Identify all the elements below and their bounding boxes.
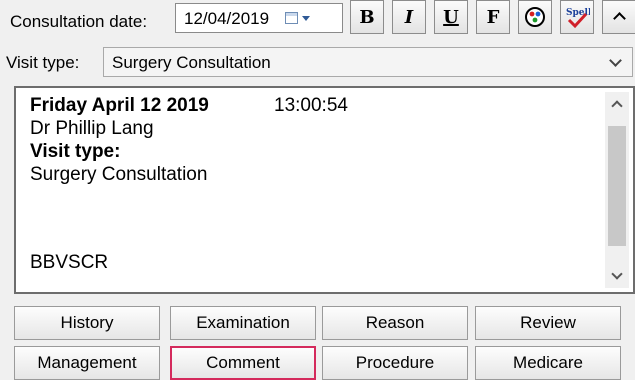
underline-icon: U — [443, 6, 459, 28]
svg-text:Spell: Spell — [566, 8, 590, 18]
color-palette-icon — [525, 7, 545, 27]
underline-button[interactable]: U — [434, 0, 468, 34]
comment-button[interactable]: Comment — [170, 346, 316, 380]
history-button[interactable]: History — [14, 306, 160, 340]
calendar-dropdown-button[interactable] — [281, 9, 315, 29]
consultation-date-value[interactable]: 12/04/2019 — [184, 9, 269, 29]
consultation-date-picker[interactable]: 12/04/2019 — [175, 3, 343, 33]
notes-code: BBVSCR — [30, 252, 109, 273]
notes-doctor: Dr Phillip Lang — [30, 118, 154, 139]
consultation-notes-editor[interactable]: Friday April 12 2019 13:00:54 Dr Phillip… — [14, 86, 635, 294]
chevron-up-icon — [613, 12, 626, 25]
consultation-date-label: Consultation date: — [10, 12, 148, 31]
scrollbar-thumb[interactable] — [608, 126, 626, 246]
visit-type-label: Visit type: — [6, 53, 80, 72]
chevron-down-icon — [609, 54, 622, 67]
italic-icon: I — [404, 6, 414, 28]
medicare-button[interactable]: Medicare — [475, 346, 621, 380]
notes-visit-type-heading: Visit type: — [30, 141, 121, 162]
procedure-button[interactable]: Procedure — [322, 346, 468, 380]
bold-icon: B — [359, 6, 375, 28]
management-button[interactable]: Management — [14, 346, 160, 380]
visit-type-select[interactable]: Surgery Consultation — [103, 47, 633, 77]
visit-type-selected: Surgery Consultation — [112, 53, 271, 72]
font-button[interactable]: F — [476, 0, 510, 34]
color-button[interactable] — [518, 0, 552, 34]
notes-date: Friday April 12 2019 — [30, 95, 209, 116]
notes-scrollbar[interactable] — [605, 92, 629, 288]
font-icon: F — [486, 6, 500, 28]
notes-time: 13:00:54 — [274, 95, 348, 116]
format-toolbar: B I U F Spell — [350, 0, 635, 34]
notes-visit-type-value: Surgery Consultation — [30, 164, 208, 185]
collapse-button[interactable] — [602, 0, 635, 34]
spell-check-button[interactable]: Spell — [560, 0, 594, 34]
dropdown-arrow-icon — [302, 16, 310, 21]
italic-button[interactable]: I — [392, 0, 426, 34]
examination-button[interactable]: Examination — [170, 306, 316, 340]
scroll-down-icon[interactable] — [611, 268, 623, 280]
calendar-icon — [285, 12, 298, 24]
reason-button[interactable]: Reason — [322, 306, 468, 340]
spell-check-icon: Spell — [566, 8, 590, 29]
scroll-up-icon[interactable] — [611, 100, 623, 112]
review-button[interactable]: Review — [475, 306, 621, 340]
bold-button[interactable]: B — [350, 0, 384, 34]
